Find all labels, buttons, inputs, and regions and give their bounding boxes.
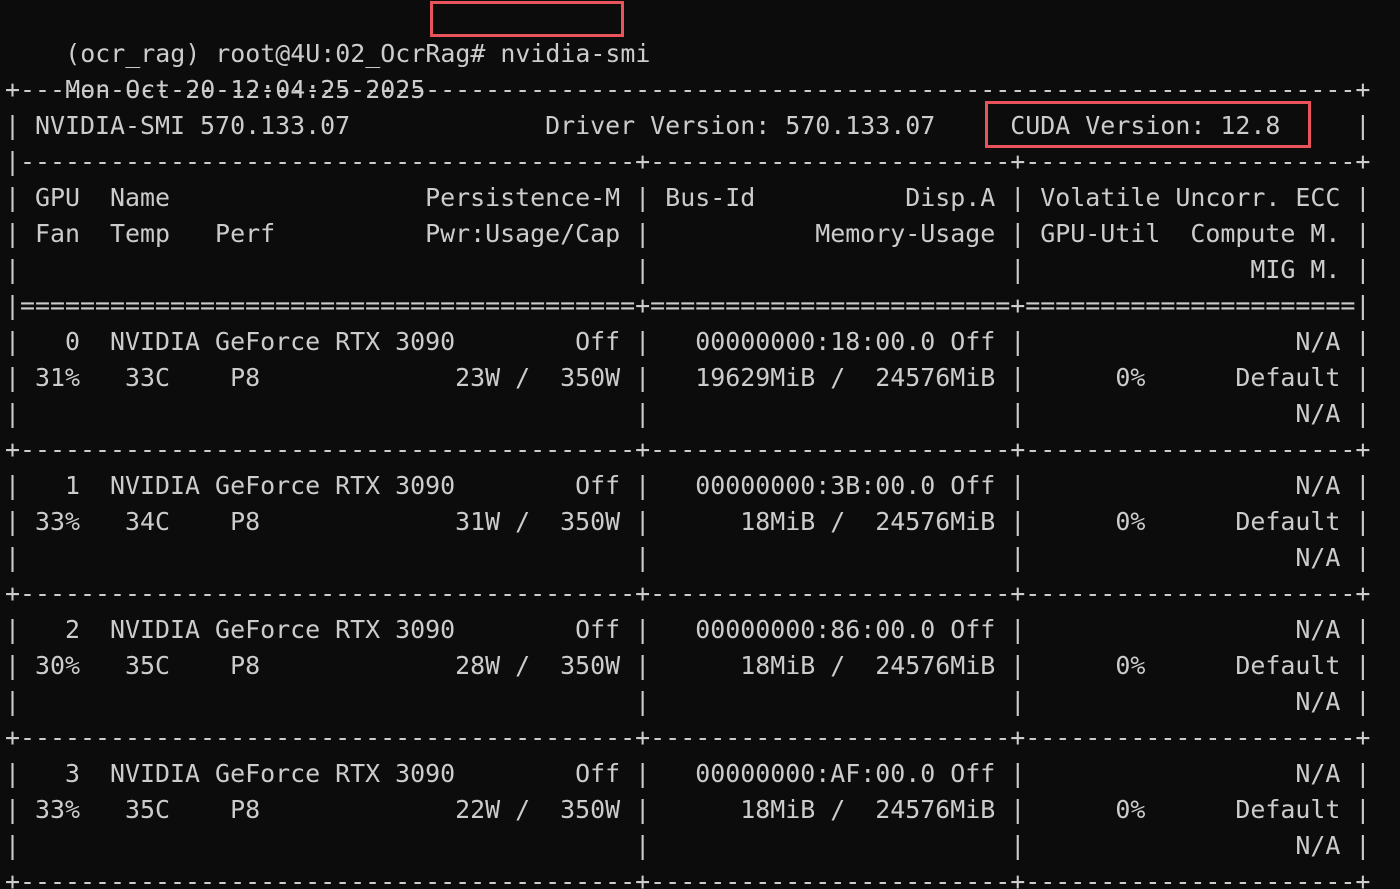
smi-divider: |---------------------------------------…: [5, 144, 1400, 180]
gpu-row-text: | 1 NVIDIA GeForce RTX 3090 Off | 000000…: [5, 471, 1371, 500]
row-separator: +---------------------------------------…: [5, 720, 1400, 756]
gpu-row-line: | 2 NVIDIA GeForce RTX 3090 Off | 000000…: [5, 612, 1400, 648]
border-text: +---------------------------------------…: [5, 579, 1371, 608]
gpu-row-line: | | | N/A |: [5, 684, 1400, 720]
gpu-row-text: | | | N/A |: [5, 831, 1371, 860]
column-header-1: | GPU Name Persistence-M | Bus-Id Disp.A…: [5, 180, 1400, 216]
column-header-text: | GPU Name Persistence-M | Bus-Id Disp.A…: [5, 183, 1371, 212]
gpu-row-line: | 1 NVIDIA GeForce RTX 3090 Off | 000000…: [5, 468, 1400, 504]
gpu-row-text: | 0 NVIDIA GeForce RTX 3090 Off | 000000…: [5, 327, 1371, 356]
row-separator: +---------------------------------------…: [5, 432, 1400, 468]
gpu-row-0: | 0 NVIDIA GeForce RTX 3090 Off | 000000…: [5, 324, 1400, 432]
gpu-row-line: | 31% 33C P8 23W / 350W | 19629MiB / 245…: [5, 360, 1400, 396]
timestamp-line: Mon Oct 20 12:04:25 2025: [5, 36, 1400, 104]
gpu-row-1: | 1 NVIDIA GeForce RTX 3090 Off | 000000…: [5, 468, 1400, 576]
gpu-row-text: | | | N/A |: [5, 399, 1371, 428]
gpu-row-text: | 33% 34C P8 31W / 350W | 18MiB / 24576M…: [5, 507, 1371, 536]
header-divider-double: |=======================================…: [5, 288, 1400, 324]
gpu-row-line: | 0 NVIDIA GeForce RTX 3090 Off | 000000…: [5, 324, 1400, 360]
smi-border-top: +---------------------------------------…: [5, 72, 1400, 108]
smi-header-text: | NVIDIA-SMI 570.133.07 Driver Version: …: [5, 111, 1371, 140]
gpu-row-text: | | | N/A |: [5, 543, 1371, 572]
gpu-row-text: | | | N/A |: [5, 687, 1371, 716]
gpu-row-3: | 3 NVIDIA GeForce RTX 3090 Off | 000000…: [5, 756, 1400, 864]
prompt-line: (ocr_rag) root@4U:02_OcrRag# nvidia-smi: [5, 0, 1400, 68]
gpu-row-text: | 3 NVIDIA GeForce RTX 3090 Off | 000000…: [5, 759, 1371, 788]
gpu-row-text: | 30% 35C P8 28W / 350W | 18MiB / 24576M…: [5, 651, 1371, 680]
gpu-row-text: | 2 NVIDIA GeForce RTX 3090 Off | 000000…: [5, 615, 1371, 644]
gpu-row-text: | 33% 35C P8 22W / 350W | 18MiB / 24576M…: [5, 795, 1371, 824]
divider-text: |=======================================…: [5, 291, 1371, 320]
gpu-row-line: | 33% 34C P8 31W / 350W | 18MiB / 24576M…: [5, 504, 1400, 540]
border-text: +---------------------------------------…: [5, 75, 1371, 104]
terminal-window[interactable]: (ocr_rag) root@4U:02_OcrRag# nvidia-smi …: [0, 0, 1400, 889]
border-text: +---------------------------------------…: [5, 435, 1371, 464]
gpu-row-line: | 30% 35C P8 28W / 350W | 18MiB / 24576M…: [5, 648, 1400, 684]
gpu-row-line: | | | N/A |: [5, 396, 1400, 432]
smi-header-line: | NVIDIA-SMI 570.133.07 Driver Version: …: [5, 108, 1400, 144]
gpu-row-line: | | | N/A |: [5, 828, 1400, 864]
divider-text: |---------------------------------------…: [5, 147, 1371, 176]
column-header-text: | Fan Temp Perf Pwr:Usage/Cap | Memory-U…: [5, 219, 1371, 248]
gpu-row-text: | 31% 33C P8 23W / 350W | 19629MiB / 245…: [5, 363, 1371, 392]
border-text: +---------------------------------------…: [5, 867, 1371, 889]
column-header-text: | | | MIG M. |: [5, 255, 1371, 284]
gpu-row-line: | 33% 35C P8 22W / 350W | 18MiB / 24576M…: [5, 792, 1400, 828]
row-separator: +---------------------------------------…: [5, 576, 1400, 612]
column-header-2: | Fan Temp Perf Pwr:Usage/Cap | Memory-U…: [5, 216, 1400, 252]
border-bottom: +---------------------------------------…: [5, 864, 1400, 889]
gpu-row-2: | 2 NVIDIA GeForce RTX 3090 Off | 000000…: [5, 612, 1400, 720]
border-text: +---------------------------------------…: [5, 723, 1371, 752]
gpu-row-line: | | | N/A |: [5, 540, 1400, 576]
column-header-3: | | | MIG M. |: [5, 252, 1400, 288]
gpu-row-line: | 3 NVIDIA GeForce RTX 3090 Off | 000000…: [5, 756, 1400, 792]
